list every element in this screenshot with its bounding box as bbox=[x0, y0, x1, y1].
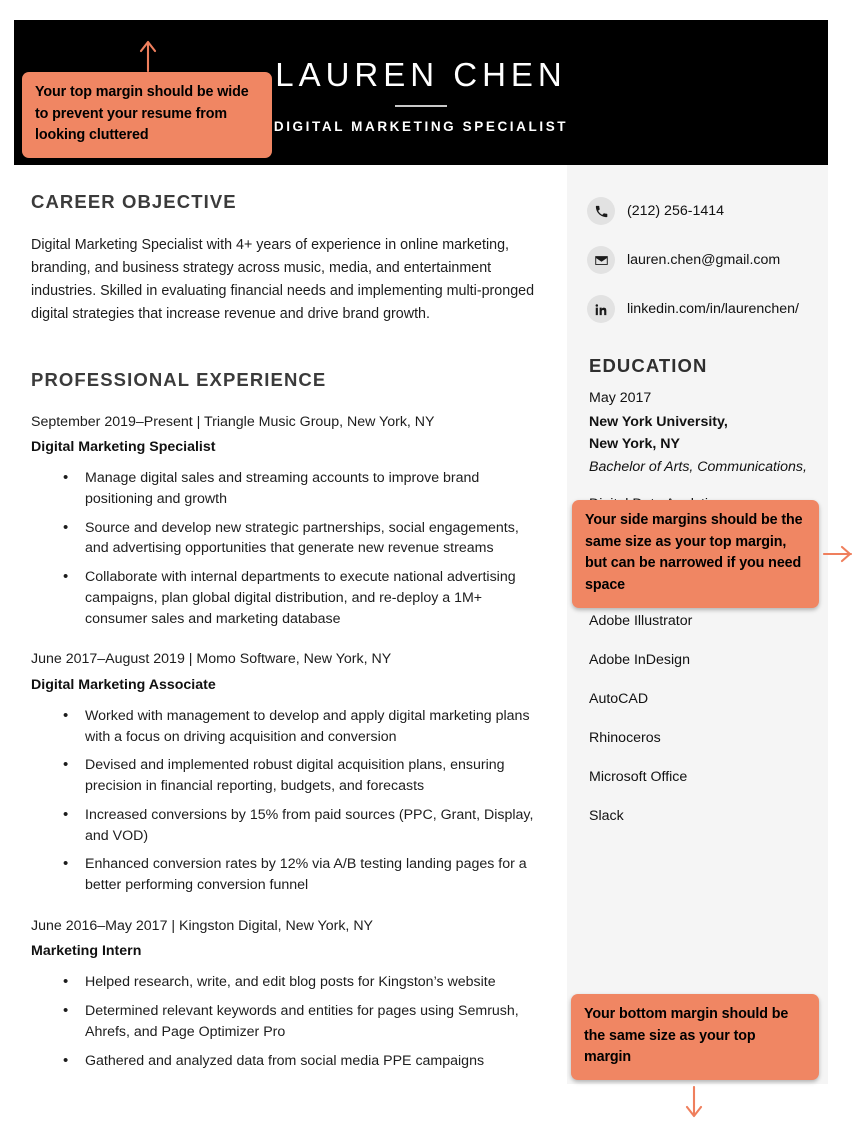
down-arrow-icon bbox=[678, 1085, 710, 1123]
education-degree: Bachelor of Arts, Communications, bbox=[589, 459, 807, 476]
email-icon bbox=[587, 246, 615, 274]
career-objective-heading: CAREER OBJECTIVE bbox=[31, 191, 237, 212]
skill-item: AutoCAD bbox=[589, 690, 649, 707]
education-date: May 2017 bbox=[589, 390, 652, 406]
education-heading: EDUCATION bbox=[589, 355, 708, 376]
resume-margins-annotated-page: LAUREN CHEN DIGITAL MARKETING SPECIALIST… bbox=[0, 0, 860, 1123]
contact-linkedin: linkedin.com/in/laurenchen/ bbox=[587, 295, 828, 323]
callout-top-margin: Your top margin should be wide to preven… bbox=[22, 72, 272, 159]
experience-role: Digital Marketing Specialist bbox=[31, 438, 216, 455]
experience-bullet: Increased conversions by 15% from paid s… bbox=[63, 804, 545, 846]
contact-email: lauren.chen@gmail.com bbox=[587, 246, 828, 274]
experience-meta: September 2019–Present | Triangle Music … bbox=[31, 413, 435, 430]
callout-bottom-margin: Your bottom margin should be the same si… bbox=[571, 994, 819, 1081]
header-divider bbox=[395, 105, 447, 108]
skill-item: Adobe Illustrator bbox=[589, 612, 693, 629]
contact-email-text: lauren.chen@gmail.com bbox=[627, 252, 781, 268]
experience-bullet-list: Worked with management to develop and ap… bbox=[31, 705, 545, 896]
page-title: LAUREN CHEN bbox=[275, 55, 567, 93]
contact-phone: (212) 256-1414 bbox=[587, 197, 828, 225]
skill-item: Slack bbox=[589, 807, 624, 824]
contact-phone-text: (212) 256-1414 bbox=[627, 203, 725, 219]
header-job-title: DIGITAL MARKETING SPECIALIST bbox=[273, 119, 569, 135]
right-arrow-icon bbox=[822, 540, 855, 573]
experience-role: Digital Marketing Associate bbox=[31, 676, 216, 693]
education-school-line2: New York, NY bbox=[589, 436, 680, 453]
skill-item: Microsoft Office bbox=[589, 768, 688, 785]
linkedin-icon bbox=[587, 295, 615, 323]
experience-bullet: Source and develop new strategic partner… bbox=[63, 517, 545, 559]
experience-bullet-list: Manage digital sales and streaming accou… bbox=[31, 467, 545, 629]
resume-body: CAREER OBJECTIVE Digital Marketing Speci… bbox=[14, 165, 828, 1084]
phone-icon bbox=[587, 197, 615, 225]
experience-bullet: Gathered and analyzed data from social m… bbox=[63, 1050, 545, 1072]
experience-bullet-list: Helped research, write, and edit blog po… bbox=[31, 971, 545, 1072]
experience-bullet: Helped research, write, and edit blog po… bbox=[63, 971, 545, 993]
experience-bullet: Devised and implemented robust digital a… bbox=[63, 754, 545, 796]
contact-list: (212) 256-1414 lauren.chen@gmail.com lin… bbox=[567, 187, 828, 323]
professional-experience-heading: PROFESSIONAL EXPERIENCE bbox=[31, 368, 327, 390]
experience-meta: June 2017–August 2019 | Momo Software, N… bbox=[31, 651, 392, 668]
contact-linkedin-text: linkedin.com/in/laurenchen/ bbox=[627, 301, 799, 317]
experience-entry: September 2019–Present | Triangle Music … bbox=[31, 412, 545, 630]
experience-role: Marketing Intern bbox=[31, 943, 142, 960]
skill-item: Rhinoceros bbox=[589, 729, 661, 746]
career-objective-text: Digital Marketing Specialist with 4+ yea… bbox=[31, 237, 535, 323]
experience-entry: June 2017–August 2019 | Momo Software, N… bbox=[31, 649, 545, 895]
experience-meta: June 2016–May 2017 | Kingston Digital, N… bbox=[31, 917, 374, 934]
experience-bullet: Enhanced conversion rates by 12% via A/B… bbox=[63, 853, 545, 895]
experience-bullet: Collaborate with internal departments to… bbox=[63, 566, 545, 629]
experience-bullet: Manage digital sales and streaming accou… bbox=[63, 467, 545, 509]
resume-sidebar: (212) 256-1414 lauren.chen@gmail.com lin… bbox=[567, 165, 828, 1084]
experience-bullet: Worked with management to develop and ap… bbox=[63, 705, 545, 747]
experience-bullet: Determined relevant keywords and entitie… bbox=[63, 1000, 545, 1042]
callout-side-margin: Your side margins should be the same siz… bbox=[572, 500, 819, 608]
education-school-line1: New York University, bbox=[589, 413, 728, 430]
skill-item: Adobe InDesign bbox=[589, 651, 690, 668]
experience-entry: June 2016–May 2017 | Kingston Digital, N… bbox=[31, 916, 545, 1072]
resume-main-column: CAREER OBJECTIVE Digital Marketing Speci… bbox=[14, 165, 567, 1084]
